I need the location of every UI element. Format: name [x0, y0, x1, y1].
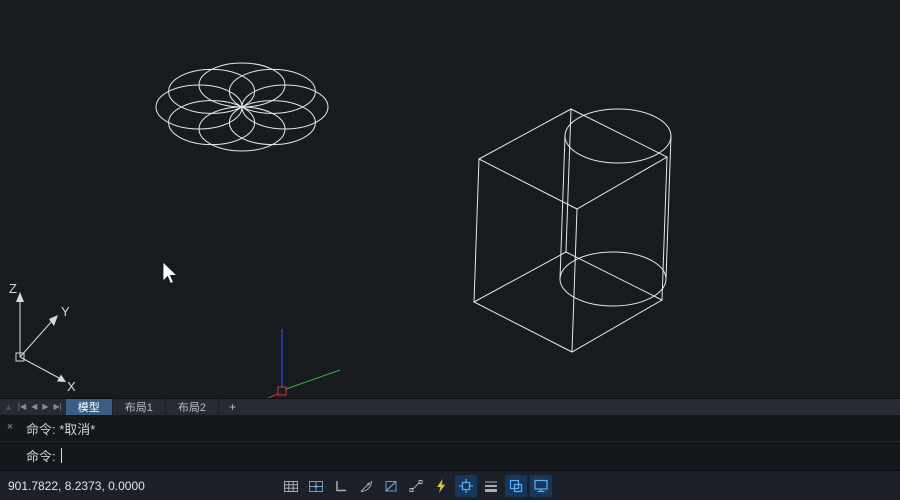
tab-layout2[interactable]: 布局2	[166, 399, 219, 415]
tab-nav-last-icon[interactable]: ▶|	[53, 403, 61, 411]
status-bar: 901.7822, 8.2373, 0.0000	[0, 470, 900, 500]
command-input-row[interactable]: 命令:	[0, 442, 900, 469]
coordinate-readout: 901.7822, 8.2373, 0.0000	[8, 479, 208, 493]
cad-application-window: { "canvas": { "objects": ["flower-patter…	[0, 0, 900, 500]
tab-layout1[interactable]: 布局1	[113, 399, 166, 415]
box-cylinder-drawing	[474, 109, 671, 352]
crosshair-cursor	[263, 329, 340, 398]
lineweight-icon[interactable]	[480, 475, 502, 497]
canvas-drawing-surface: Z Y X	[0, 0, 900, 398]
annotation-monitor-icon[interactable]	[530, 475, 552, 497]
command-text-caret	[61, 448, 62, 463]
tab-nav-prev-icon[interactable]: ◀	[31, 403, 37, 411]
add-layout-button[interactable]: +	[219, 399, 246, 415]
ucs-icon: Z Y X	[9, 281, 76, 394]
ucs-z-label: Z	[9, 281, 17, 296]
command-prompt-text: 命令:	[26, 446, 56, 465]
grid-display-icon[interactable]	[280, 475, 302, 497]
snap-mode-icon[interactable]	[305, 475, 327, 497]
mouse-cursor-icon	[163, 262, 177, 283]
command-close-icon[interactable]: ×	[3, 421, 17, 435]
dynamic-input-icon[interactable]	[430, 475, 452, 497]
ortho-mode-icon[interactable]	[330, 475, 352, 497]
tab-nav-next-icon[interactable]: ▶	[42, 403, 48, 411]
polar-tracking-icon[interactable]	[355, 475, 377, 497]
tab-model[interactable]: 模型	[66, 399, 113, 415]
tab-menu-icon[interactable]: ▲	[4, 403, 13, 412]
layout-tab-bar: ▲ |◀ ◀ ▶ ▶| 模型 布局1 布局2 +	[0, 398, 900, 415]
ucs-x-label: X	[67, 379, 76, 394]
ucs-y-label: Y	[61, 304, 70, 319]
tab-nav-first-icon[interactable]: |◀	[18, 403, 26, 411]
status-toggle-group	[280, 475, 552, 497]
isometric-drafting-icon[interactable]	[380, 475, 402, 497]
flower-drawing	[156, 63, 328, 151]
command-history-text: 命令: *取消*	[26, 419, 95, 438]
command-history-row: × 命令: *取消*	[0, 415, 900, 442]
command-window: × 命令: *取消* 命令:	[0, 415, 900, 470]
object-snap-icon[interactable]	[455, 475, 477, 497]
tab-nav-group: ▲ |◀ ◀ ▶ ▶|	[0, 399, 66, 415]
object-snap-tracking-icon[interactable]	[405, 475, 427, 497]
selection-cycling-icon[interactable]	[505, 475, 527, 497]
model-space-canvas[interactable]: Z Y X	[0, 0, 900, 398]
